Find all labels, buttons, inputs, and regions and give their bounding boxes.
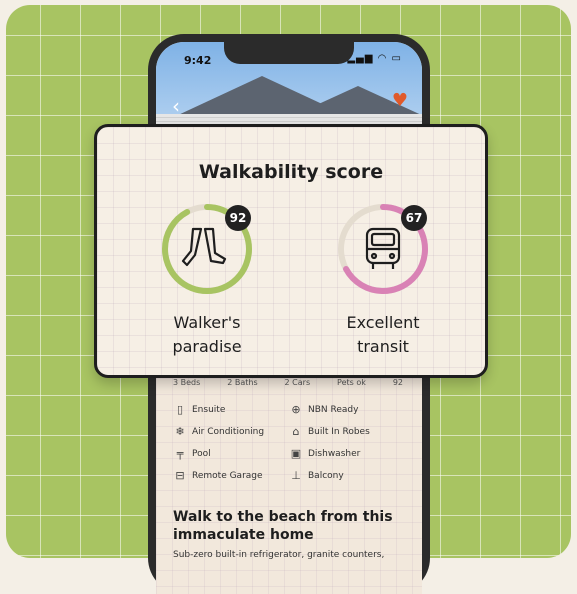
snowflake-icon: ❄ (175, 425, 185, 438)
transit-score-label: Excellent transit (323, 311, 443, 359)
feature-label: Dishwasher (308, 449, 361, 459)
feature-label: Pool (192, 449, 211, 459)
stat-beds: 3 Beds (173, 378, 201, 386)
dishwasher-icon: ▣ (290, 447, 302, 460)
walk-label-line2: paradise (172, 337, 242, 356)
transit-label-line2: transit (357, 337, 409, 356)
feature-item: ▣ Dishwasher (290, 447, 361, 460)
status-icons: ▂▄▆ ◠ ▭ (347, 53, 402, 64)
listing-stats: 3 Beds 2 Baths 2 Cars Pets ok 92 (173, 378, 403, 386)
stat-pets: Pets ok (337, 378, 366, 386)
feature-item: ▯ Ensuite (174, 404, 225, 416)
transit-score: 67 Excellent transit (323, 201, 443, 359)
walk-score: 92 Walker's paradise (147, 201, 267, 359)
feature-label: Remote Garage (192, 471, 263, 481)
feature-label: Air Conditioning (192, 427, 265, 437)
feature-item: ╤ Pool (174, 448, 211, 460)
globe-icon: ⊕ (291, 403, 301, 416)
wifi-icon: ◠ (377, 53, 388, 64)
stat-score: 92 (392, 378, 403, 386)
stat-baths: 2 Baths (227, 378, 258, 386)
garage-icon: ⊟ (175, 469, 185, 482)
phone-notch (224, 42, 354, 64)
heart-icon[interactable]: ♥ (392, 90, 408, 111)
feature-item: ⊟ Remote Garage (174, 469, 263, 482)
status-time: 9:42 (184, 54, 212, 67)
walk-score-badge: 92 (225, 205, 251, 231)
card-title: Walkability score (198, 161, 384, 183)
battery-icon: ▭ (391, 53, 402, 64)
feature-item: ⌂ Built In Robes (290, 426, 370, 438)
feature-item: ❄ Air Conditioning (174, 426, 264, 438)
walkability-card: Walkability score 92 Walker's paradise 6… (94, 124, 488, 378)
listing-headline: Walk to the beach from this immaculate h… (173, 509, 393, 543)
feature-label: NBN Ready (308, 405, 359, 415)
stat-cars: 2 Cars (284, 378, 311, 386)
balcony-icon: ⊥ (291, 469, 301, 482)
walk-label-line1: Walker's (173, 313, 241, 332)
feature-label: Built In Robes (308, 427, 370, 437)
back-icon[interactable]: ‹ (172, 94, 180, 118)
feature-label: Balcony (308, 471, 344, 481)
feature-item: ⊕ NBN Ready (290, 404, 358, 416)
feature-label: Ensuite (192, 405, 226, 415)
walking-legs-icon (181, 227, 227, 267)
pool-ladder-icon: ╤ (176, 447, 184, 460)
wardrobe-icon: ▯ (176, 403, 184, 416)
transit-score-badge: 67 (401, 205, 427, 231)
walk-score-label: Walker's paradise (147, 311, 267, 359)
signal-icon: ▂▄▆ (347, 53, 374, 64)
transit-label-line1: Excellent (346, 313, 420, 332)
hanger-icon: ⌂ (292, 425, 300, 438)
bus-icon (365, 227, 401, 269)
listing-description: Sub-zero built-in refrigerator, granite … (173, 550, 385, 560)
feature-item: ⊥ Balcony (290, 469, 344, 482)
